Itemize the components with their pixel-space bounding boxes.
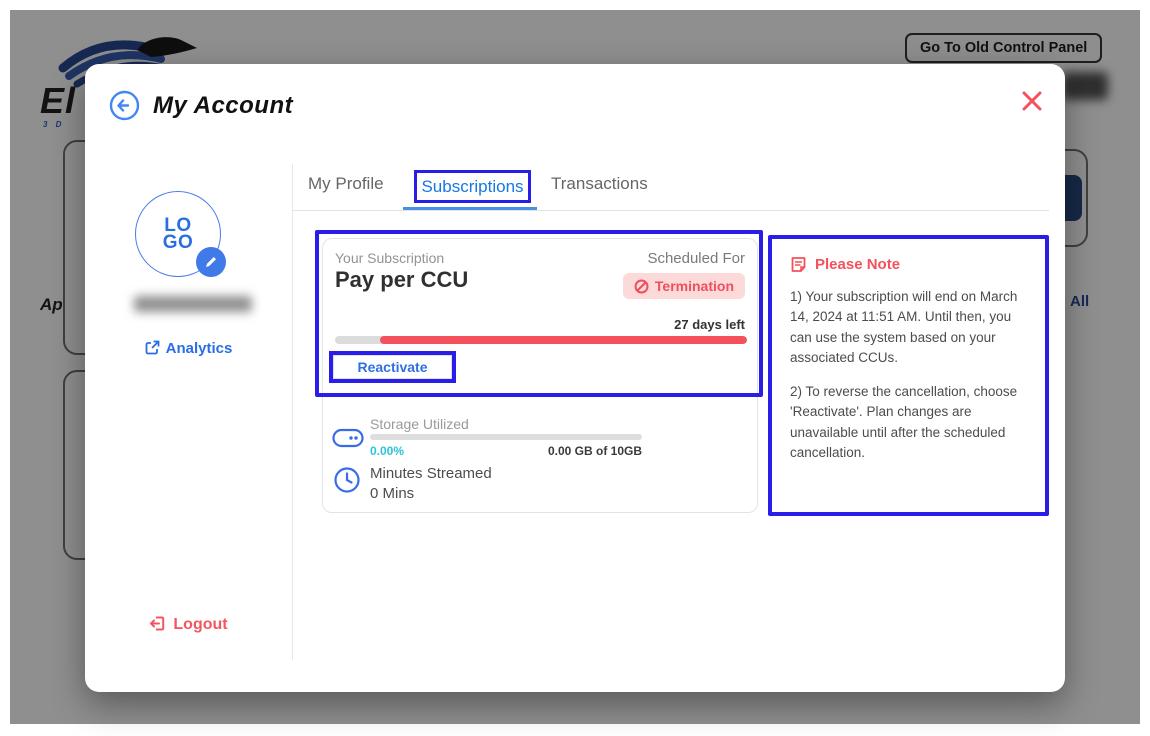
sidebar-divider	[292, 164, 293, 660]
tab-subscriptions[interactable]: Subscriptions	[421, 177, 523, 197]
termination-label: Termination	[655, 278, 734, 294]
logout-button[interactable]: Logout	[85, 615, 292, 634]
plan-name: Pay per CCU	[335, 267, 468, 293]
subscription-progress-bar	[335, 336, 747, 344]
back-arrow-icon	[109, 90, 140, 121]
prohibit-icon	[634, 279, 649, 294]
close-icon	[1017, 86, 1047, 116]
storage-utilized-label: Storage Utilized	[370, 416, 469, 432]
screen: El 3 D Go To Old Control Panel Ap All My…	[0, 0, 1150, 736]
scheduled-for-label: Scheduled For	[647, 250, 745, 267]
subscription-card: Your Subscription Pay per CCU Scheduled …	[322, 238, 758, 513]
tab-subscriptions-annotation: Subscriptions	[414, 170, 531, 203]
please-note-title: Please Note	[815, 256, 900, 273]
your-subscription-label: Your Subscription	[335, 250, 444, 266]
close-button[interactable]	[1017, 86, 1049, 118]
page-title: My Account	[153, 92, 293, 120]
username-blurred	[134, 296, 252, 312]
back-button[interactable]	[109, 90, 140, 121]
clock-icon	[333, 466, 361, 494]
please-note-annotation-box: Please Note 1) Your subscription will en…	[768, 235, 1049, 516]
avatar-text-line2: GO	[163, 234, 194, 251]
reactivate-annotation-box: Reactivate	[329, 351, 456, 383]
note-item-1: 1) Your subscription will end on March 1…	[790, 287, 1027, 368]
pencil-icon	[204, 255, 218, 269]
tab-transactions[interactable]: Transactions	[551, 174, 648, 194]
tabs-divider	[292, 210, 1049, 211]
storage-progress-bar	[370, 434, 642, 440]
please-note-panel: Please Note 1) Your subscription will en…	[772, 239, 1045, 512]
my-account-modal: My Account LO GO Analytics	[85, 64, 1065, 692]
note-icon	[790, 256, 807, 273]
tab-my-profile[interactable]: My Profile	[308, 174, 384, 194]
edit-avatar-button[interactable]	[196, 247, 226, 277]
logout-label: Logout	[173, 616, 227, 633]
minutes-streamed-label: Minutes Streamed	[370, 465, 492, 482]
avatar[interactable]: LO GO	[135, 191, 221, 277]
subscription-progress-fill	[380, 336, 748, 344]
days-left-label: 27 days left	[674, 317, 745, 332]
external-link-icon	[145, 340, 160, 355]
analytics-link[interactable]: Analytics	[85, 340, 292, 357]
termination-status-badge: Termination	[623, 273, 745, 299]
note-item-2: 2) To reverse the cancellation, choose '…	[790, 382, 1027, 463]
minutes-streamed-value: 0 Mins	[370, 485, 414, 502]
logout-icon	[149, 615, 166, 632]
storage-amount: 0.00 GB of 10GB	[370, 444, 642, 458]
analytics-label: Analytics	[166, 340, 233, 357]
storage-drive-icon	[332, 427, 364, 449]
reactivate-button[interactable]: Reactivate	[333, 355, 452, 379]
